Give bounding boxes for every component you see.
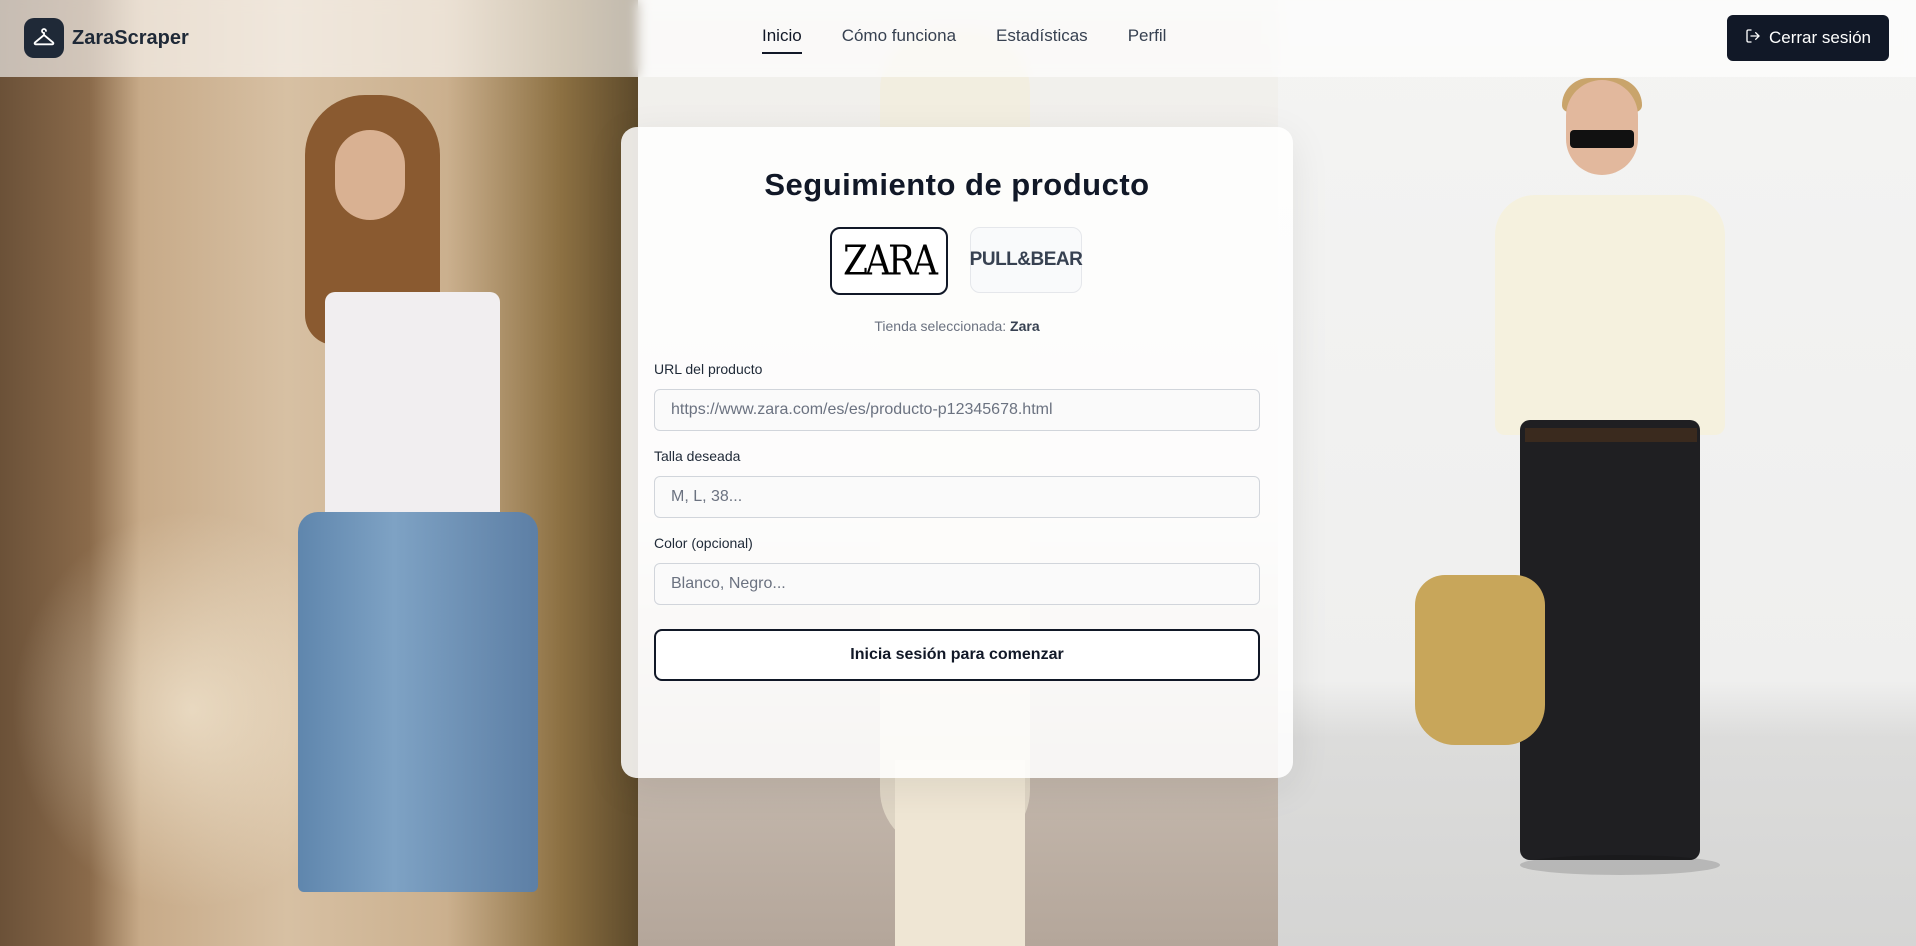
main-nav: Inicio Cómo funciona Estadísticas Perfil [762, 26, 1206, 54]
color-label: Color (opcional) [654, 535, 753, 551]
nav-item-perfil[interactable]: Perfil [1128, 26, 1167, 54]
size-label: Talla deseada [654, 448, 741, 464]
selected-store-value: Zara [1010, 318, 1040, 334]
nav-item-inicio[interactable]: Inicio [762, 26, 802, 54]
model-legs [895, 760, 1025, 946]
nav-item-como-funciona[interactable]: Cómo funciona [842, 26, 956, 54]
brand-name: ZaraScraper [72, 26, 189, 49]
url-input[interactable] [654, 389, 1260, 431]
brand-link[interactable]: ZaraScraper [24, 18, 189, 58]
model-bag [1415, 575, 1545, 745]
model-face [1566, 80, 1638, 175]
product-tracking-card: Seguimiento de producto ZARA PULL&BEAR T… [621, 127, 1293, 778]
login-to-start-button[interactable]: Inicia sesión para comenzar [654, 629, 1260, 681]
size-input[interactable] [654, 476, 1260, 518]
sunglasses [1570, 130, 1634, 148]
model-pants [1520, 420, 1700, 860]
url-label: URL del producto [654, 361, 763, 377]
background-photo-right [1278, 0, 1916, 946]
model-belt [1525, 428, 1697, 442]
card-title: Seguimiento de producto [764, 167, 1150, 202]
store-option-pull-and-bear[interactable]: PULL&BEAR [969, 227, 1083, 293]
logout-button[interactable]: Cerrar sesión [1727, 15, 1889, 61]
top-navbar: ZaraScraper Inicio Cómo funciona Estadís… [0, 0, 1916, 77]
zara-logo: ZARA [842, 237, 938, 285]
store-option-zara[interactable]: ZARA [830, 227, 948, 295]
hanger-icon [24, 18, 64, 58]
model-jeans [298, 512, 538, 892]
model-shirt [1495, 195, 1725, 435]
pull-and-bear-logo: PULL&BEAR [969, 249, 1083, 270]
logout-icon [1745, 28, 1761, 49]
nav-item-estadisticas[interactable]: Estadísticas [996, 26, 1088, 54]
background-photo-left [0, 0, 638, 946]
model-face [335, 130, 405, 220]
logout-label: Cerrar sesión [1768, 28, 1872, 47]
selected-store-text: Tienda seleccionada: Zara [621, 318, 1293, 334]
model-top [325, 292, 500, 532]
floor-shadow [1520, 855, 1720, 875]
color-input[interactable] [654, 563, 1260, 605]
selected-store-prefix: Tienda seleccionada: [874, 318, 1007, 334]
